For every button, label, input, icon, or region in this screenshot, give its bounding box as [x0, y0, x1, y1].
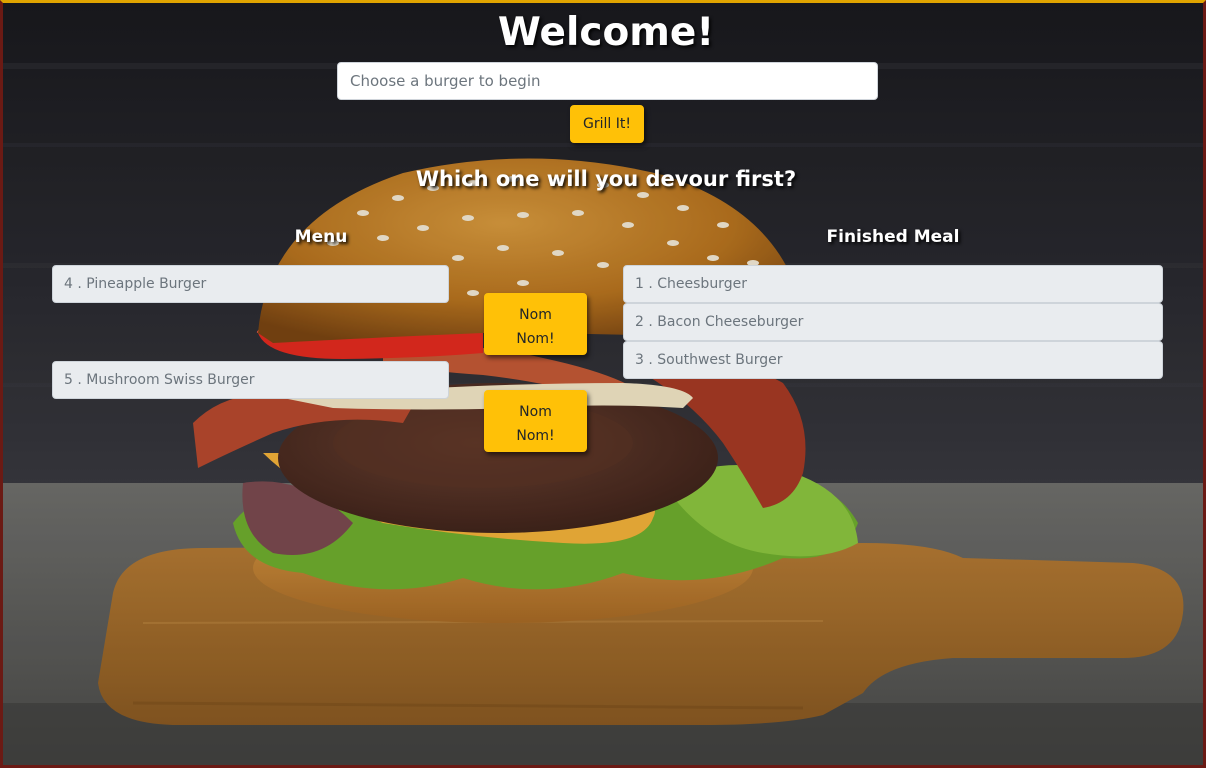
finished-meal-item: 3 . Southwest Burger	[623, 341, 1163, 379]
grill-it-button[interactable]: Grill It!	[570, 105, 644, 143]
page-title: Welcome!	[497, 10, 715, 55]
menu-item: 5 . Mushroom Swiss Burger	[52, 361, 449, 399]
nom-button-line1: Nom	[519, 307, 552, 323]
menu-item: 4 . Pineapple Burger	[52, 265, 449, 303]
app-frame: Welcome! Grill It! Which one will you de…	[0, 0, 1206, 768]
finished-meal-item: 1 . Cheesburger	[623, 265, 1163, 303]
nom-nom-button[interactable]: Nom Nom!	[484, 390, 587, 452]
nom-button-line2: Nom!	[516, 428, 555, 444]
devour-prompt: Which one will you devour first?	[415, 167, 797, 191]
menu-heading: Menu	[294, 227, 348, 247]
nom-nom-button[interactable]: Nom Nom!	[484, 293, 587, 355]
nom-button-line2: Nom!	[516, 331, 555, 347]
burger-name-input[interactable]	[337, 62, 878, 100]
finished-meal-item: 2 . Bacon Cheeseburger	[623, 303, 1163, 341]
nom-button-line1: Nom	[519, 404, 552, 420]
finished-meal-heading: Finished Meal	[826, 227, 960, 247]
